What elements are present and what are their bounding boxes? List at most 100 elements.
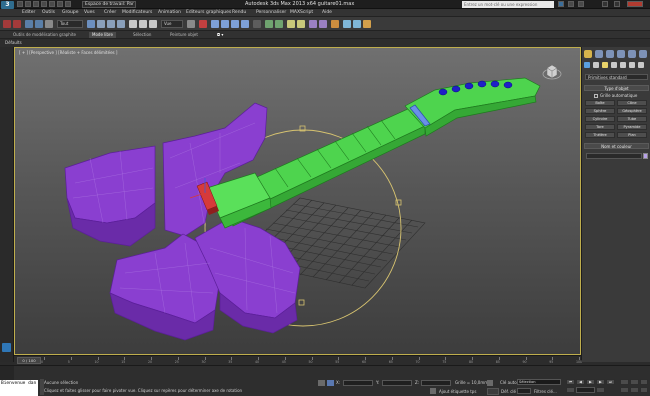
sphere-button[interactable]: Sphère (585, 108, 615, 114)
snaps-toggle-icon[interactable] (211, 20, 219, 28)
set-key-icon[interactable] (487, 388, 499, 395)
region-select-icon[interactable] (107, 20, 115, 28)
key-mode-icon[interactable] (487, 380, 493, 386)
utilities-tab-icon[interactable] (639, 50, 647, 58)
play-icon[interactable]: ▶ (586, 379, 595, 385)
menu-personnaliser[interactable]: Personnaliser (256, 9, 286, 17)
space-warps-icon[interactable] (629, 62, 635, 68)
shapes-icon[interactable] (593, 62, 599, 68)
object-color-swatch[interactable] (643, 153, 648, 159)
key-mode-toggle-icon[interactable] (566, 387, 575, 393)
autogrid-box[interactable] (594, 94, 598, 98)
motion-tab-icon[interactable] (617, 50, 625, 58)
cylinder-button[interactable]: Cylindre (585, 116, 615, 122)
mirror-icon[interactable] (265, 20, 273, 28)
plane-button[interactable]: Plan (617, 132, 647, 138)
render-setup-icon[interactable] (343, 20, 351, 28)
box-button[interactable]: Boîte (585, 100, 615, 106)
menu-vues[interactable]: Vues (84, 9, 95, 17)
rotate-icon[interactable] (139, 20, 147, 28)
teapot-button[interactable]: Théière (585, 132, 615, 138)
lights-icon[interactable] (602, 62, 608, 68)
link-icon[interactable] (25, 20, 33, 28)
redo-icon[interactable] (49, 1, 55, 7)
unlink-icon[interactable] (35, 20, 43, 28)
tab-graphite-modeling[interactable]: Outils de modélisation graphite (10, 32, 79, 38)
add-time-tag-icon[interactable] (430, 388, 436, 394)
go-to-end-icon[interactable]: ⏭ (606, 379, 615, 385)
primitive-type-dropdown[interactable]: Primitives standard (585, 74, 648, 80)
field-of-view-icon[interactable] (620, 387, 629, 393)
pyramid-button[interactable]: Pyramide (617, 124, 647, 130)
reference-coordinate-dropdown[interactable]: Vue (161, 20, 183, 28)
create-tab-icon[interactable] (584, 50, 592, 58)
current-frame-field[interactable] (576, 387, 595, 393)
render-production-icon[interactable] (363, 20, 371, 28)
angle-snap-icon[interactable] (221, 20, 229, 28)
key-filters-button[interactable]: Filtres clé... (534, 389, 557, 394)
autogrid-checkbox[interactable]: Grille automatique (594, 93, 637, 98)
previous-frame-icon[interactable]: ◀ (576, 379, 585, 385)
bind-space-warp-icon[interactable] (45, 20, 53, 28)
named-selection-icon[interactable] (253, 20, 261, 28)
y-coordinate-field[interactable] (382, 380, 412, 386)
menu-groupe[interactable]: Groupe (62, 9, 78, 17)
minimize-icon[interactable] (602, 1, 608, 7)
menu-rendu[interactable]: Rendu (232, 9, 246, 17)
percent-snap-icon[interactable] (231, 20, 239, 28)
tab-selection[interactable]: Sélection (130, 32, 154, 38)
zoom-icon[interactable] (620, 379, 629, 385)
graphite-toggle-icon[interactable] (297, 20, 305, 28)
geometry-icon[interactable] (584, 62, 590, 68)
ribbon-options-icon[interactable]: ◘ ▾ (214, 32, 226, 38)
track-bar[interactable]: 0 5 10 15 20 25 30 35 40 45 50 55 60 65 70 75 80 85 90 95 10… (41, 357, 582, 365)
material-editor-icon[interactable] (331, 20, 339, 28)
workspace-dropdown[interactable]: Espace de travail: Par (82, 1, 136, 8)
next-frame-icon[interactable]: ▶ (596, 379, 605, 385)
set-key-label[interactable]: Déf. clé (501, 389, 516, 394)
curve-editor-icon[interactable] (309, 20, 317, 28)
menu-maxscript[interactable]: MAXScript (290, 9, 313, 17)
menu-outils[interactable]: Outils (42, 9, 55, 17)
absolute-mode-icon[interactable] (327, 380, 334, 386)
time-configuration-icon[interactable] (2, 343, 11, 352)
geosphere-button[interactable]: Géosphère (617, 108, 647, 114)
close-icon[interactable] (627, 1, 643, 7)
select-by-name-icon[interactable] (97, 20, 105, 28)
z-coordinate-field[interactable] (421, 380, 451, 386)
auto-key-label[interactable]: Clé auto (500, 380, 517, 385)
maxscript-listener[interactable]: Bienvenue dan (0, 380, 38, 396)
add-time-tag[interactable]: Ajout étiquette tps (439, 389, 476, 394)
menu-creer[interactable]: Créer (104, 9, 116, 17)
object-name-field[interactable] (586, 153, 642, 159)
fetch-icon[interactable] (65, 1, 71, 7)
redo-toolbar-icon[interactable] (13, 20, 21, 28)
schematic-view-icon[interactable] (319, 20, 327, 28)
menu-animation[interactable]: Animation (158, 9, 181, 17)
cameras-icon[interactable] (611, 62, 617, 68)
zoom-extents-icon[interactable] (640, 379, 648, 385)
menu-editer[interactable]: Editer (22, 9, 35, 17)
perspective-viewport[interactable]: [ + ] [Perspective ] [Réaliste + Faces d… (14, 47, 581, 355)
display-tab-icon[interactable] (628, 50, 636, 58)
time-config-icon[interactable] (596, 387, 605, 393)
name-color-rollout[interactable]: Nom et couleur (584, 143, 649, 149)
search-input[interactable]: Entrez un mot-clé ou une expression (462, 1, 554, 8)
helpers-icon[interactable] (620, 62, 626, 68)
undo-icon[interactable] (41, 1, 47, 7)
tube-button[interactable]: Tube (617, 116, 647, 122)
menu-editeurs-graphiques[interactable]: Editeurs graphiques (186, 9, 231, 17)
menu-aide[interactable]: Aide (322, 9, 332, 17)
zoom-all-icon[interactable] (630, 379, 639, 385)
hierarchy-tab-icon[interactable] (606, 50, 614, 58)
pan-icon[interactable] (630, 387, 639, 393)
x-coordinate-field[interactable] (343, 380, 373, 386)
open-file-icon[interactable] (25, 1, 31, 7)
tab-freeform[interactable]: Mode libre (89, 32, 116, 38)
help-icon[interactable] (568, 1, 574, 7)
new-file-icon[interactable] (17, 1, 23, 7)
viewcube-icon[interactable] (542, 62, 562, 82)
modify-tab-icon[interactable] (595, 50, 603, 58)
go-to-start-icon[interactable]: ⏮ (566, 379, 575, 385)
rendered-frame-window-icon[interactable] (353, 20, 361, 28)
